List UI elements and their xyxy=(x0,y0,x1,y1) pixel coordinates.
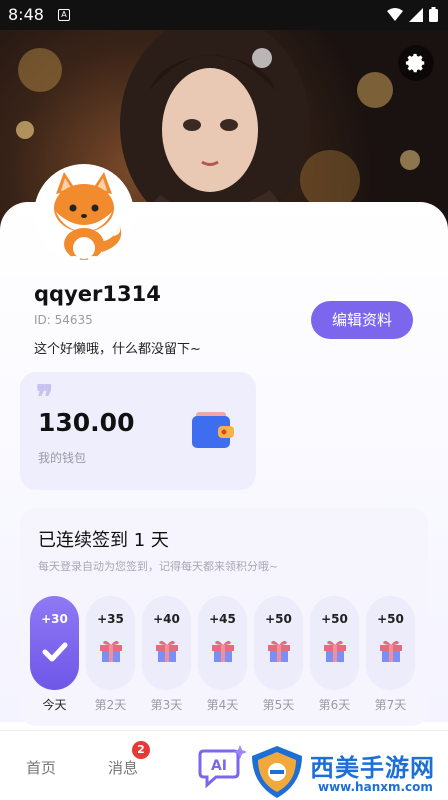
tab-messages[interactable]: 消息 xyxy=(108,757,138,778)
gift-icon xyxy=(211,640,234,662)
day-pill: +35 xyxy=(86,596,135,690)
checkin-subtitle: 每天登录自动为您签到，记得每天都来领积分哦~ xyxy=(38,560,279,573)
status-time: 8:48 xyxy=(8,5,44,24)
check-icon xyxy=(42,642,67,662)
signal-icon xyxy=(409,7,423,22)
checkin-day-2[interactable]: +35 第2天 xyxy=(86,596,135,713)
day-pill: +50 xyxy=(310,596,359,690)
gift-icon xyxy=(99,640,122,662)
checkin-days: +30 今天 +35 第2天 +40 第3天 +45 第4天 +50 第5天 +… xyxy=(30,596,415,713)
day-label: 第4天 xyxy=(206,698,239,712)
settings-button[interactable] xyxy=(398,45,434,81)
checkin-title: 已连续签到 1 天 xyxy=(38,530,169,551)
day-points: +30 xyxy=(41,612,68,626)
avatar[interactable] xyxy=(34,164,134,264)
day-pill: +50 xyxy=(366,596,415,690)
watermark-title: 西美手游网 xyxy=(310,754,435,782)
day-points: +45 xyxy=(209,612,236,626)
day-label: 第7天 xyxy=(374,698,407,712)
gift-icon xyxy=(323,640,346,662)
day-points: +50 xyxy=(265,612,292,626)
day-pill: +50 xyxy=(254,596,303,690)
ai-assistant-button[interactable]: AI xyxy=(198,743,248,795)
wifi-icon xyxy=(387,7,403,21)
wallet-icon xyxy=(192,412,234,448)
day-pill: +40 xyxy=(142,596,191,690)
wallet-card[interactable]: ❞ 130.00 我的钱包 xyxy=(20,372,256,490)
watermark-url: www.hanxm.com xyxy=(318,780,433,794)
messages-badge: 2 xyxy=(132,741,150,759)
wallet-amount: 130.00 xyxy=(38,408,135,437)
gift-icon xyxy=(267,640,290,662)
notification-icon: A xyxy=(58,9,70,21)
day-points: +50 xyxy=(377,612,404,626)
day-label: 第5天 xyxy=(262,698,295,712)
checkin-day-4[interactable]: +45 第4天 xyxy=(198,596,247,713)
day-pill: +45 xyxy=(198,596,247,690)
ai-label: AI xyxy=(211,758,227,774)
status-icons xyxy=(387,7,438,22)
username: qqyer1314 xyxy=(34,282,161,306)
wallet-label: 我的钱包 xyxy=(38,451,87,465)
edit-profile-button[interactable]: 编辑资料 xyxy=(311,301,413,339)
gear-icon xyxy=(405,53,425,73)
day-points: +35 xyxy=(97,612,124,626)
day-label: 第2天 xyxy=(94,698,127,712)
gift-icon xyxy=(155,640,178,662)
site-watermark: 西美手游网 www.hanxm.com xyxy=(248,744,448,800)
user-id: ID: 54635 xyxy=(34,313,93,327)
day-pill: +30 xyxy=(30,596,79,690)
checkin-card: 已连续签到 1 天 每天登录自动为您签到，记得每天都来领积分哦~ +30 今天 … xyxy=(20,508,428,726)
day-points: +50 xyxy=(321,612,348,626)
day-label: 今天 xyxy=(42,698,67,712)
battery-icon xyxy=(429,7,438,22)
checkin-day-6[interactable]: +50 第6天 xyxy=(310,596,359,713)
checkin-day-7[interactable]: +50 第7天 xyxy=(366,596,415,713)
day-label: 第6天 xyxy=(318,698,351,712)
ai-chat-icon: AI xyxy=(198,745,247,789)
watermark-shield-logo xyxy=(252,746,302,798)
tab-home[interactable]: 首页 xyxy=(26,757,56,778)
gift-icon xyxy=(379,640,402,662)
day-label: 第3天 xyxy=(150,698,183,712)
user-bio: 这个好懒哦，什么都没留下~ xyxy=(34,342,201,357)
checkin-day-3[interactable]: +40 第3天 xyxy=(142,596,191,713)
fox-avatar-illustration xyxy=(54,172,122,262)
checkin-day-5[interactable]: +50 第5天 xyxy=(254,596,303,713)
checkin-day-1[interactable]: +30 今天 xyxy=(30,596,79,713)
status-bar: 8:48 A xyxy=(0,0,448,30)
day-points: +40 xyxy=(153,612,180,626)
